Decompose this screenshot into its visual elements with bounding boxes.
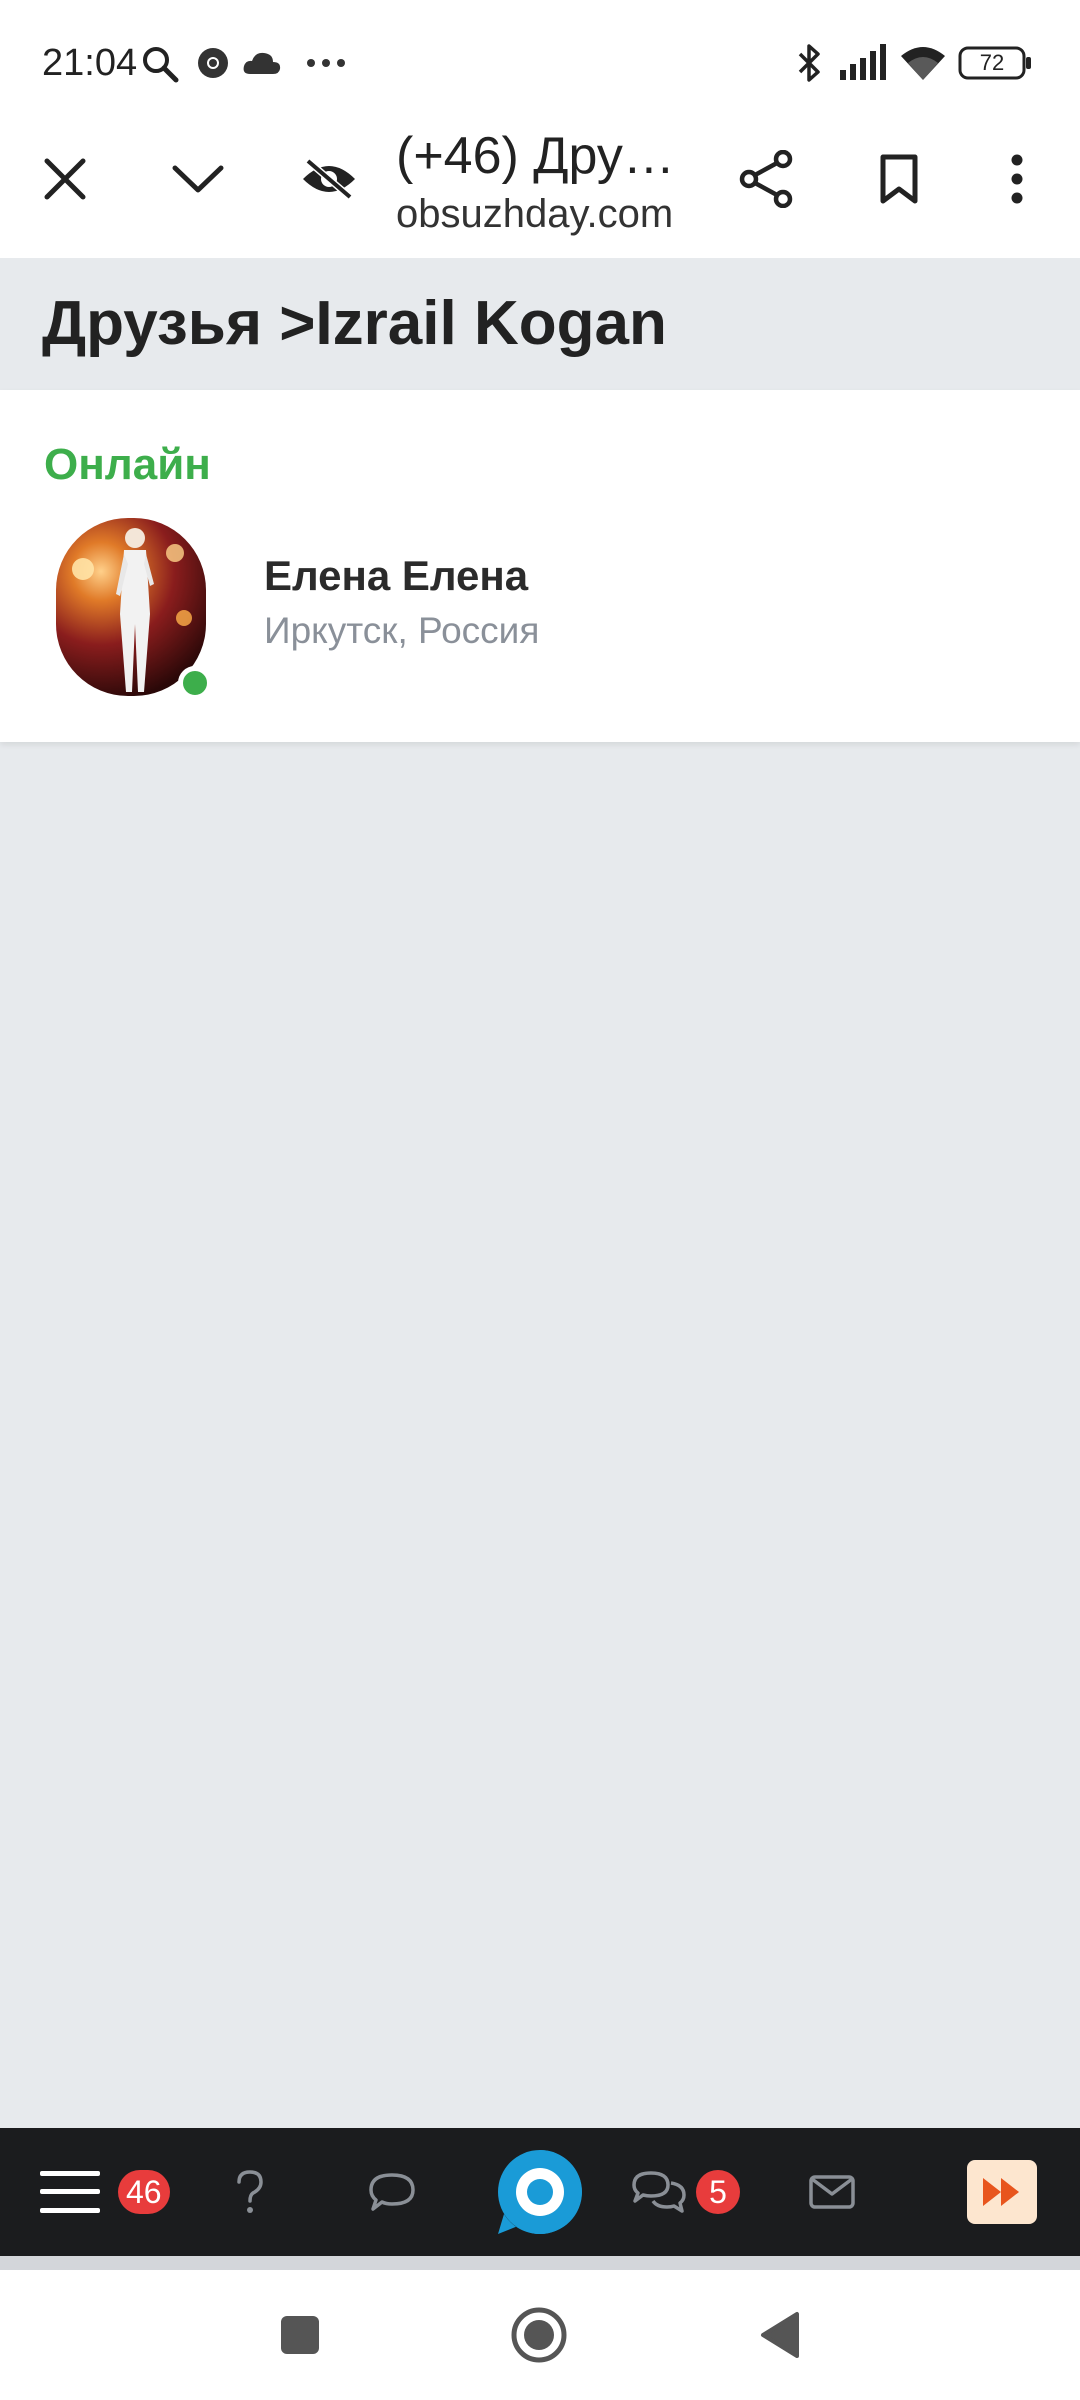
online-section-label: Онлайн — [44, 440, 211, 489]
bottom-site-nav: 46 5 — [0, 2128, 1080, 2256]
square-icon — [281, 2316, 319, 2354]
online-status-dot — [178, 666, 212, 700]
page-title: Друзья >Izrail Kogan — [42, 289, 667, 358]
eye-off-icon — [303, 158, 355, 200]
page-header: Друзья >Izrail Kogan — [0, 258, 1080, 390]
chats-button[interactable] — [626, 2128, 692, 2256]
mail-icon — [809, 2175, 855, 2209]
questions-button[interactable] — [210, 2128, 290, 2256]
status-bar: 21:04 72 — [0, 0, 1080, 120]
recents-button[interactable] — [240, 2270, 360, 2400]
back-button[interactable] — [720, 2270, 840, 2400]
more-options-button[interactable] — [962, 120, 1072, 238]
search-icon — [140, 44, 180, 84]
fast-forward-button[interactable] — [966, 2128, 1038, 2256]
page-tab-title: (+46) Дру… — [396, 127, 675, 185]
browser-toolbar: (+46) Дру… obsuzhday.com — [0, 120, 1080, 258]
wifi-icon — [898, 44, 948, 82]
incognito-button[interactable] — [274, 120, 384, 238]
menu-icon — [40, 2171, 100, 2213]
chats-badge: 5 — [696, 2170, 740, 2214]
back-triangle-icon — [761, 2312, 799, 2358]
cloud-icon — [242, 50, 282, 76]
bluetooth-icon — [796, 42, 824, 84]
more-dots-icon — [306, 58, 346, 68]
menu-badge: 46 — [118, 2170, 170, 2214]
signal-icon — [838, 44, 888, 80]
menu-button[interactable] — [30, 2128, 110, 2256]
friend-location: Иркутск, Россия — [264, 610, 540, 651]
bottom-nav-divider — [0, 2256, 1080, 2270]
page-url[interactable]: obsuzhday.com — [396, 192, 673, 237]
fast-forward-icon — [967, 2160, 1037, 2224]
chevron-down-icon — [172, 165, 224, 193]
more-vert-icon — [1011, 154, 1023, 204]
bookmark-icon — [880, 154, 918, 204]
status-time: 21:04 — [42, 42, 138, 84]
friend-list-item[interactable]: Елена Елена Иркутск, Россия — [0, 518, 1080, 708]
minimize-tab-button[interactable] — [143, 120, 253, 238]
home-circle-icon — [511, 2307, 567, 2363]
close-icon — [44, 158, 86, 200]
question-icon — [237, 2170, 263, 2213]
battery-icon: 72 — [958, 46, 1032, 80]
comments-button[interactable] — [352, 2128, 432, 2256]
home-button[interactable] — [479, 2270, 599, 2400]
mail-button[interactable] — [792, 2128, 872, 2256]
close-tab-button[interactable] — [10, 120, 120, 238]
home-logo-button[interactable] — [492, 2128, 588, 2256]
battery-level: 72 — [979, 50, 1005, 75]
bookmark-button[interactable] — [844, 120, 954, 238]
comment-icon — [369, 2173, 415, 2211]
share-button[interactable] — [711, 120, 821, 238]
share-icon — [739, 150, 793, 208]
chats-icon — [632, 2171, 686, 2213]
person-figure — [116, 528, 154, 692]
friend-name[interactable]: Елена Елена — [264, 552, 528, 600]
home-logo-icon — [498, 2150, 582, 2234]
online-friends-card: Онлайн Елена Елена Иркутск, Россия — [0, 390, 1080, 742]
chrome-icon — [196, 46, 230, 80]
system-nav-bar — [0, 2270, 1080, 2400]
